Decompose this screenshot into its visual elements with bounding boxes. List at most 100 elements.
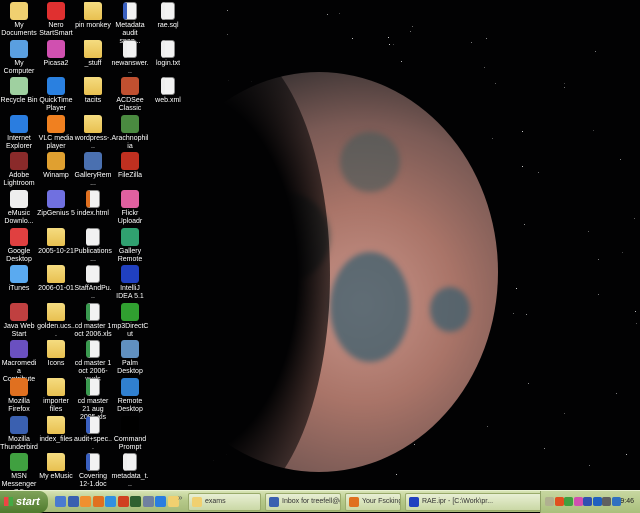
desktop-icon-acdsee[interactable]: ACDSee Classic: [111, 77, 149, 113]
mp3directcut-icon: [121, 302, 139, 321]
desktop-icon-nero[interactable]: Nero StartSmart: [37, 2, 75, 38]
quick-launch-show-desktop-icon[interactable]: [55, 496, 66, 507]
desktop-icon-filezilla[interactable]: FileZilla: [111, 152, 149, 180]
desktop-icon-doc[interactable]: Publications...: [74, 227, 112, 264]
desktop-icon-remote-desktop[interactable]: Remote Desktop: [111, 378, 149, 414]
start-button[interactable]: start: [0, 491, 48, 513]
desktop-icon-winamp[interactable]: Winamp: [37, 152, 75, 180]
msn-icon: [10, 453, 28, 472]
star: [492, 137, 494, 139]
desktop-icon-doc[interactable]: rae.sql: [149, 2, 187, 30]
star: [597, 258, 599, 260]
desktop-icon-google-desktop[interactable]: Google Desktop: [0, 227, 38, 264]
winamp-icon: [47, 152, 65, 171]
quick-launch-terminal-icon[interactable]: [130, 496, 141, 507]
tray-norton-icon[interactable]: [554, 497, 564, 506]
quick-launch-rss-icon[interactable]: [80, 496, 91, 507]
quick-launch-folder-icon[interactable]: [167, 496, 179, 507]
quick-launch-calculator-icon[interactable]: [142, 496, 154, 507]
desktop-icon-word-file[interactable]: audit+spec...: [74, 415, 112, 452]
desktop-icon-folder[interactable]: pin monkey: [74, 2, 112, 30]
tray-update-icon[interactable]: [602, 497, 611, 506]
folder-icon: [84, 39, 102, 58]
folder-icon: [47, 415, 65, 434]
desktop-icon-doc[interactable]: metadata_t...: [111, 453, 149, 489]
desktop-icon-recycle-bin[interactable]: Recycle Bin: [0, 77, 38, 105]
desktop-icon-picasa[interactable]: Picasa2: [37, 39, 75, 68]
desktop-icon-thunderbird[interactable]: Mozilla Thunderbird: [0, 415, 38, 452]
desktop-icon-arachnophilia[interactable]: Arachnophilia: [111, 114, 149, 151]
star: [515, 288, 517, 290]
desktop-icon-folder[interactable]: golden.ucs...: [37, 302, 75, 339]
tray-picasa-icon[interactable]: [573, 497, 583, 506]
folder-icon: [47, 378, 65, 396]
tray-v-icon[interactable]: [611, 497, 621, 506]
star: [512, 313, 514, 315]
desktop-icon-zipgenius[interactable]: ZipGenius 5: [37, 190, 75, 218]
desktop-icon-vlc[interactable]: VLC media player: [37, 114, 75, 151]
star: [485, 37, 487, 39]
desktop-icon-folder[interactable]: wordpress-...: [74, 114, 112, 151]
desktop-icon-folder[interactable]: 2005-10-21: [37, 227, 75, 256]
desktop-icon-label: newanswer...: [111, 59, 149, 75]
taskbar-button[interactable]: RAE.ipr - [C:\Work\pr...: [405, 493, 553, 511]
desktop-icon-label: ACDSee Classic: [116, 97, 144, 113]
desktop-icon-folder[interactable]: Icons: [37, 340, 75, 368]
tray-msn-icon[interactable]: [564, 497, 573, 506]
desktop-icon-my-documents[interactable]: My Documents: [0, 2, 38, 38]
desktop-icon-intellij[interactable]: IntelliJ IDEA 5.1: [111, 265, 149, 301]
taskbar-button[interactable]: Inbox for treefell@g...: [265, 493, 341, 511]
emusic-icon: [10, 190, 28, 208]
star: [396, 473, 398, 475]
picasa-icon: [47, 39, 65, 58]
desktop-icon-doc[interactable]: login.txt: [149, 39, 187, 68]
word-file-icon: [86, 415, 100, 434]
desktop-icon-doc[interactable]: web.xml: [149, 77, 187, 105]
desktop-icon-internet-explorer[interactable]: Internet Explorer: [0, 114, 38, 151]
desktop-icon-folder[interactable]: tacits: [74, 77, 112, 105]
desktop-icon-gallery-remote[interactable]: Gallery Remote: [111, 227, 149, 264]
desktop-icon-java[interactable]: Java Web Start: [0, 302, 38, 339]
excel-file-icon: [86, 378, 100, 396]
tray-security-icon[interactable]: [583, 497, 592, 506]
desktop-icon-folder[interactable]: My eMusic: [37, 453, 75, 481]
taskbar-button[interactable]: exams: [188, 493, 261, 511]
desktop-icon-word-file[interactable]: Covering 12-1.doc: [74, 453, 112, 489]
star: [615, 393, 617, 395]
quick-launch-firefox-icon[interactable]: [92, 496, 104, 507]
desktop-icon-label: wordpress-...: [74, 134, 112, 150]
desktop-icon-folder[interactable]: 2006-01-01: [37, 265, 75, 293]
quick-launch-weather-icon[interactable]: [105, 496, 116, 507]
word-file-icon: [86, 453, 100, 472]
desktop-icon-emusic[interactable]: eMusic Downlo...: [0, 190, 38, 226]
desktop-icon-itunes[interactable]: iTunes: [0, 265, 38, 293]
desktop-icon-lightroom[interactable]: Adobe Lightroom: [0, 152, 38, 188]
desktop-icon-command-prompt[interactable]: Command Prompt: [111, 415, 149, 452]
tray-network-icon[interactable]: [592, 497, 602, 506]
desktop-icon-msn[interactable]: MSN Messenger 7.5: [0, 453, 38, 490]
quick-launch-more[interactable]: »: [178, 493, 182, 502]
desktop-icon-gallery-remote[interactable]: GalleryRem...: [74, 152, 112, 188]
desktop-icon-flickr[interactable]: Flickr Uploadr: [111, 190, 149, 226]
desktop-icon-html-file[interactable]: index.html: [74, 190, 112, 218]
desktop-icon-quicktime[interactable]: QuickTime Player: [37, 77, 75, 113]
folder-icon: [47, 340, 65, 359]
tray-hide-icon[interactable]: [545, 497, 554, 506]
desktop-icon-label: My eMusic: [39, 473, 73, 481]
desktop-icon-doc[interactable]: StaffAndPu...: [74, 265, 112, 301]
taskbar-button[interactable]: Your Fscking Desktop...: [345, 493, 401, 511]
star: [635, 322, 637, 324]
desktop-icon-folder[interactable]: _stuff: [74, 39, 112, 68]
desktop-icon-doc[interactable]: newanswer...: [111, 39, 149, 76]
desktop-icon-label: My Documents: [1, 22, 37, 37]
desktop-icon-excel-file[interactable]: cd master 1 oct 2006.xls: [74, 302, 112, 339]
desktop-icon-firefox[interactable]: Mozilla Firefox: [0, 378, 38, 414]
desktop-icon-mp3directcut[interactable]: mp3DirectCut: [111, 302, 149, 339]
desktop-icon-palm[interactable]: Palm Desktop: [111, 340, 149, 376]
quick-launch-thunderbird-icon[interactable]: [67, 496, 79, 507]
quick-launch-app-icon[interactable]: [117, 496, 129, 507]
desktop-icon-folder[interactable]: index_files: [37, 415, 75, 444]
desktop-icon-folder[interactable]: importer files: [37, 378, 75, 414]
desktop-icon-my-computer[interactable]: My Computer: [0, 39, 38, 76]
quick-launch-ie-icon[interactable]: [155, 496, 166, 507]
